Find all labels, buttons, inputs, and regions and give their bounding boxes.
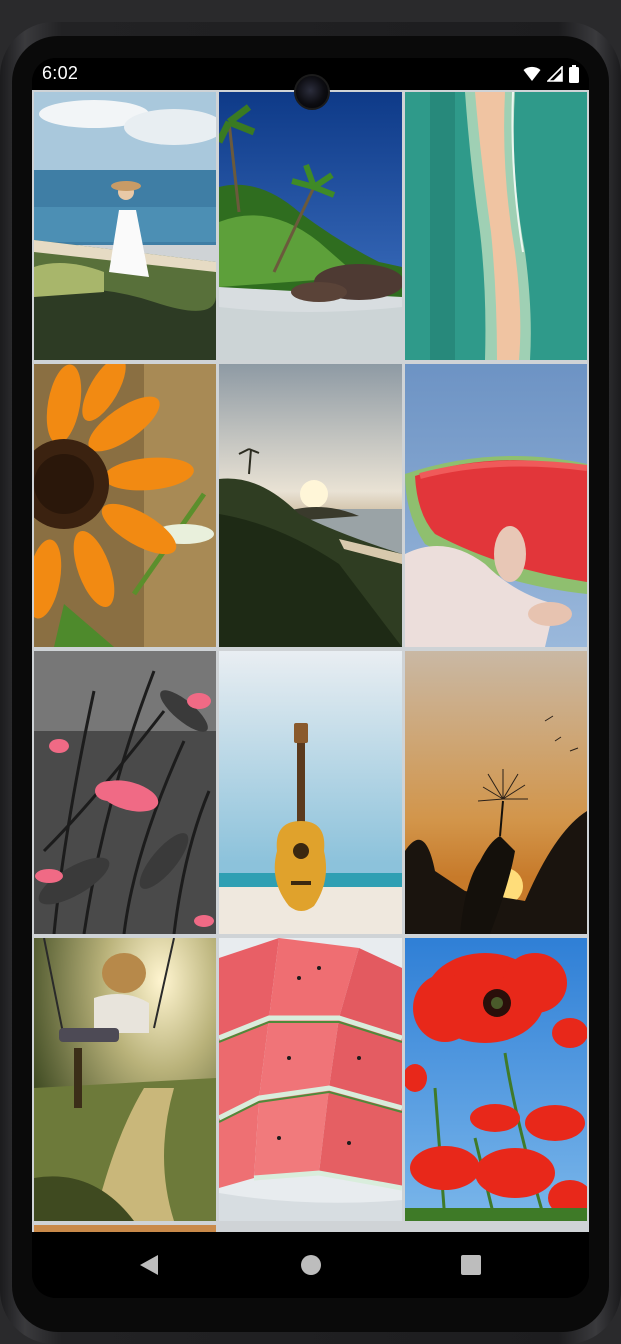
home-icon[interactable] [298,1252,324,1278]
photo-woman-sea-painting[interactable] [34,92,216,360]
photo-dandelion-sunset[interactable] [405,651,587,934]
photo-grid [32,90,589,1232]
photo-guitar-beach[interactable] [219,651,402,934]
photo-child-swing[interactable] [34,938,216,1221]
recents-icon[interactable] [458,1252,484,1278]
front-camera [294,74,330,110]
photo-aerial-sandbar[interactable] [405,92,587,360]
wifi-icon [523,66,541,81]
battery-icon [569,65,579,83]
photo-red-poppies[interactable] [405,938,587,1221]
photo-coastal-sunset[interactable] [219,364,402,647]
photo-pink-flowers[interactable] [34,651,216,934]
screen: 6:02 [32,58,589,1298]
photo-watermelon-slice-hand[interactable] [405,364,587,647]
photo-next-row-peek[interactable] [34,1225,216,1232]
status-time: 6:02 [42,63,79,83]
navigation-bar [32,1232,589,1298]
cellular-signal-icon [547,66,563,82]
photo-sunflower[interactable] [34,364,216,647]
status-icons [523,65,579,83]
back-icon[interactable] [136,1252,162,1278]
photo-watermelon-plate[interactable] [219,938,402,1221]
photo-tropical-beach-palms[interactable] [219,92,402,360]
